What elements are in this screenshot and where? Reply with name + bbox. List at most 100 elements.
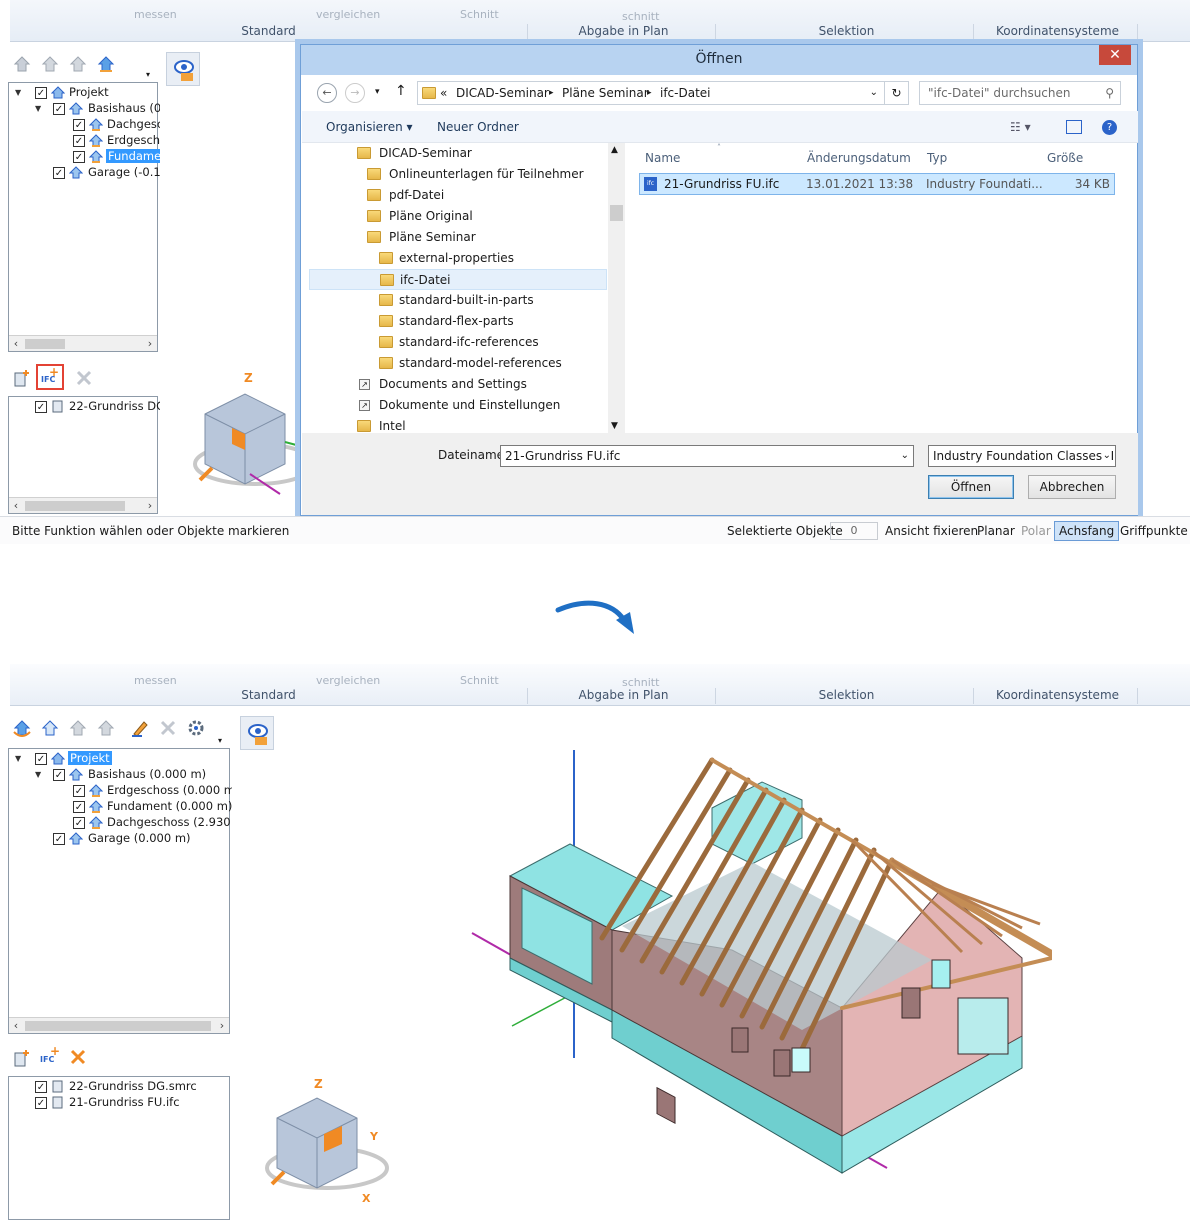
tree-hscrollbar[interactable]: ‹ › (9, 1017, 229, 1033)
folder-item[interactable]: DICAD-Seminar (379, 143, 472, 164)
toggle-axis-snap[interactable]: Achsfang (1054, 521, 1120, 541)
view-eye-icon[interactable] (166, 52, 200, 86)
search-icon[interactable]: ⚲ (1105, 82, 1114, 104)
ribbon-group-koordinaten[interactable]: Koordinatensysteme (978, 688, 1138, 704)
new-folder-button[interactable]: Neuer Ordner (437, 120, 519, 134)
chevron-right-icon[interactable]: ▸ (647, 82, 652, 104)
delete-icon[interactable] (68, 1047, 88, 1067)
search-input[interactable]: "ifc-Datei" durchsuchen ⚲ (919, 81, 1121, 105)
folder-item-selected[interactable]: ifc-Datei (400, 270, 451, 291)
pencil-icon[interactable] (130, 718, 150, 738)
checkbox-icon[interactable]: ✓ (73, 151, 85, 163)
checkbox-icon[interactable]: ✓ (73, 119, 85, 131)
dropdown-arrow-icon[interactable]: ▾ (146, 70, 150, 79)
checkbox-icon[interactable]: ✓ (35, 401, 47, 413)
folder-vscrollbar[interactable]: ▲ ▼ (608, 143, 625, 433)
house-arrow-icon[interactable] (40, 54, 60, 74)
column-header-type[interactable]: Typ (927, 151, 947, 165)
column-header-name[interactable]: Name (645, 151, 680, 165)
checkbox-icon[interactable]: ✓ (73, 785, 85, 797)
tree-label[interactable]: Dachgeschoss (2.930 m) (107, 815, 250, 829)
checkbox-icon[interactable]: ✓ (73, 817, 85, 829)
house-blue-icon[interactable] (96, 54, 116, 74)
tree-label-selected[interactable]: Projekt (68, 751, 112, 765)
folder-item[interactable]: Dokumente und Einstellungen (379, 395, 560, 416)
folder-item[interactable]: Pläne Seminar (389, 227, 476, 248)
history-dropdown-icon[interactable]: ▾ (375, 87, 380, 97)
tree-label[interactable]: Erdgescho (107, 133, 167, 147)
folder-item[interactable]: Pläne Original (389, 206, 473, 227)
scroll-left-icon[interactable]: ‹ (9, 1018, 23, 1034)
checkbox-icon[interactable]: ✓ (35, 1081, 47, 1093)
collapse-icon[interactable]: ▼ (35, 104, 44, 113)
column-header-date[interactable]: Änderungsdatum (807, 151, 911, 165)
ribbon-group-koordinaten[interactable]: Koordinatensysteme (978, 24, 1138, 40)
breadcrumb-overflow[interactable]: « (440, 82, 447, 104)
help-icon[interactable]: ? (1102, 120, 1117, 135)
house-up-icon[interactable] (12, 54, 32, 74)
chevron-down-icon[interactable]: ⌄ (870, 82, 878, 104)
toggle-fix-view[interactable]: Ansicht fixieren (885, 524, 978, 538)
dropdown-arrow-icon[interactable]: ▾ (218, 736, 222, 745)
ribbon-group-selektion[interactable]: Selektion (720, 688, 974, 704)
file-label[interactable]: 21-Grundriss FU.ifc (69, 1095, 180, 1109)
back-icon[interactable]: ← (317, 83, 337, 103)
house-orange-icon[interactable] (12, 718, 32, 738)
files-hscrollbar[interactable]: ‹ › (9, 497, 157, 513)
building-model[interactable] (462, 748, 1052, 1188)
breadcrumb-item[interactable]: DICAD-Seminar (456, 82, 549, 104)
scroll-left-icon[interactable]: ‹ (9, 498, 23, 514)
folder-item[interactable]: Documents and Settings (379, 374, 527, 395)
delete-icon[interactable] (74, 368, 94, 388)
file-name[interactable]: 21-Grundriss FU.ifc (664, 174, 779, 194)
tree-label[interactable]: Dachgesc (107, 117, 163, 131)
tree-hscrollbar[interactable]: ‹ › (9, 335, 157, 351)
folder-item[interactable]: standard-built-in-parts (399, 290, 534, 311)
checkbox-icon[interactable]: ✓ (73, 135, 85, 147)
folder-item[interactable]: Onlineunterlagen für Teilnehmer (389, 164, 584, 185)
folder-item[interactable]: standard-model-references (399, 353, 562, 374)
scroll-right-icon[interactable]: › (143, 498, 157, 514)
folder-item[interactable]: pdf-Datei (389, 185, 444, 206)
view-eye-icon[interactable] (240, 716, 274, 750)
house-arrow-icon[interactable] (68, 718, 88, 738)
address-bar[interactable]: « DICAD-Seminar ▸ Pläne Seminar ▸ ifc-Da… (417, 81, 909, 105)
house-arrow-icon[interactable] (96, 718, 116, 738)
scroll-down-icon[interactable]: ▼ (611, 421, 618, 431)
breadcrumb-item[interactable]: Pläne Seminar (562, 82, 649, 104)
tree-label[interactable]: Fundament (0.000 m) (107, 799, 232, 813)
collapse-icon[interactable]: ▼ (35, 770, 44, 779)
ribbon-group-abgabe[interactable]: Abgabe in Plan (532, 688, 716, 704)
view-options-icon[interactable]: ☷ ▾ (1010, 120, 1031, 134)
column-header-size[interactable]: Größe (1047, 151, 1083, 165)
breadcrumb-item[interactable]: ifc-Datei (660, 82, 711, 104)
refresh-icon[interactable]: ↻ (884, 82, 908, 104)
tree-label[interactable]: Garage (0.000 m) (88, 831, 191, 845)
file-add-icon[interactable] (12, 368, 32, 388)
ifc-import-button[interactable]: IFC + (38, 1044, 64, 1070)
scroll-left-icon[interactable]: ‹ (9, 336, 23, 352)
folder-item[interactable]: standard-ifc-references (399, 332, 539, 353)
filetype-select[interactable]: Industry Foundation Classes (IF ⌄ (928, 445, 1116, 467)
checkbox-icon[interactable]: ✓ (53, 833, 65, 845)
folder-item[interactable]: external-properties (399, 248, 514, 269)
toggle-polar[interactable]: Polar (1021, 524, 1051, 538)
ribbon-group-selektion[interactable]: Selektion (720, 24, 974, 40)
file-add-icon[interactable] (12, 1048, 32, 1068)
tree-label[interactable]: Basishaus (0.000 m) (88, 767, 206, 781)
settings-icon[interactable] (186, 718, 206, 738)
tree-label[interactable]: Projekt (69, 85, 109, 99)
file-row-selected[interactable]: ifc 21-Grundriss FU.ifc 13.01.2021 13:38… (639, 173, 1115, 195)
forward-icon[interactable]: → (345, 83, 365, 103)
3d-viewport[interactable]: Z Y X (232, 708, 1190, 1220)
toggle-grip-points[interactable]: Griffpunkte (1120, 524, 1188, 538)
ribbon-group-standard[interactable]: Standard (10, 24, 528, 40)
checkbox-icon[interactable]: ✓ (73, 801, 85, 813)
checkbox-icon[interactable]: ✓ (35, 87, 47, 99)
navigation-cube[interactable]: Z Y X (262, 1068, 402, 1208)
checkbox-icon[interactable]: ✓ (53, 769, 65, 781)
up-icon[interactable]: ↑ (395, 83, 407, 99)
open-button[interactable]: Öffnen (928, 475, 1014, 499)
scroll-up-icon[interactable]: ▲ (611, 145, 618, 155)
collapse-icon[interactable]: ▼ (15, 88, 24, 97)
